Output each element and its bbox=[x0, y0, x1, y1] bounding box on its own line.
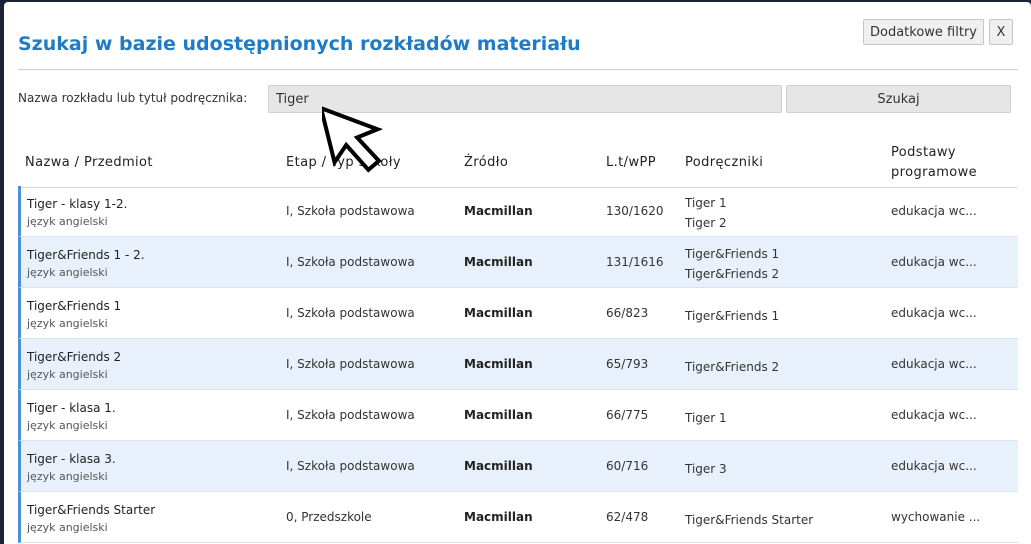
row-lt: 66/823 bbox=[606, 306, 649, 320]
header-pp-line1[interactable]: Podstawy bbox=[891, 143, 956, 163]
row-books: Tiger&Friends 1 bbox=[685, 306, 779, 326]
header-lt[interactable]: L.t/wPP bbox=[606, 153, 656, 173]
row-name[interactable]: Tiger - klasa 1. bbox=[27, 399, 116, 417]
book-title: Tiger&Friends Starter bbox=[685, 513, 814, 527]
row-etap: I, Szkoła podstawowa bbox=[286, 459, 415, 473]
row-etap: 0, Przedszkole bbox=[286, 510, 372, 524]
row-etap: I, Szkoła podstawowa bbox=[286, 204, 415, 218]
row-etap: I, Szkoła podstawowa bbox=[286, 306, 415, 320]
row-name[interactable]: Tiger&Friends 2 bbox=[27, 348, 121, 366]
row-books: Tiger&Friends Starter bbox=[685, 510, 813, 530]
header-pp-line2[interactable]: programowe bbox=[891, 163, 977, 183]
row-source: Macmillan bbox=[464, 306, 533, 320]
row-subject: język angielski bbox=[27, 266, 108, 279]
row-name-cell: Tiger&Friends 2 język angielski bbox=[27, 348, 121, 384]
table-row[interactable]: Tiger&Friends 2 język angielski I, Szkoł… bbox=[18, 339, 1018, 390]
book-title: Tiger&Friends 1 bbox=[685, 309, 780, 323]
row-name-cell: Tiger - klasy 1-2. język angielski bbox=[27, 195, 127, 231]
row-pp: edukacja wc... bbox=[891, 459, 977, 473]
book-title: Tiger 3 bbox=[685, 462, 727, 476]
row-source: Macmillan bbox=[464, 357, 533, 371]
row-name-cell: Tiger&Friends 1 - 2. język angielski bbox=[27, 246, 145, 282]
row-lt: 131/1616 bbox=[606, 255, 664, 269]
row-subject: język angielski bbox=[27, 368, 108, 381]
table-row[interactable]: Tiger&Friends 1 język angielski I, Szkoł… bbox=[18, 288, 1018, 339]
row-name-cell: Tiger&Friends 1 język angielski bbox=[27, 297, 121, 333]
row-lt: 60/716 bbox=[606, 459, 649, 473]
table-row[interactable]: Tiger&Friends 1 - 2. język angielski I, … bbox=[18, 237, 1018, 288]
row-subject: język angielski bbox=[27, 521, 108, 534]
row-etap: I, Szkoła podstawowa bbox=[286, 408, 415, 422]
search-label: Nazwa rozkładu lub tytuł podręcznika: bbox=[18, 91, 248, 105]
row-name[interactable]: Tiger - klasa 3. bbox=[27, 450, 116, 468]
row-subject: język angielski bbox=[27, 317, 108, 330]
row-books: Tiger&Friends 2 bbox=[685, 357, 779, 377]
row-pp: edukacja wc... bbox=[891, 204, 977, 218]
row-books: Tiger 1 bbox=[685, 408, 727, 428]
row-subject: język angielski bbox=[27, 215, 108, 228]
dialog-title: Szukaj w bazie udostępnionych rozkładów … bbox=[18, 33, 581, 55]
table-header: Nazwa / Przedmiot Etap / Typ szkoły Źród… bbox=[18, 132, 1018, 188]
row-source: Macmillan bbox=[464, 255, 533, 269]
row-lt: 130/1620 bbox=[606, 204, 664, 218]
row-etap: I, Szkoła podstawowa bbox=[286, 255, 415, 269]
header-source[interactable]: Źródło bbox=[464, 153, 508, 173]
table-row[interactable]: Tiger - klasa 1. język angielski I, Szko… bbox=[18, 390, 1018, 441]
book-title: Tiger&Friends 2 bbox=[685, 360, 780, 374]
row-pp: edukacja wc... bbox=[891, 357, 977, 371]
table-row[interactable]: Tiger&Friends Starter język angielski 0,… bbox=[18, 492, 1018, 543]
row-lt: 65/793 bbox=[606, 357, 649, 371]
row-source: Macmillan bbox=[464, 408, 533, 422]
row-name-cell: Tiger - klasa 1. język angielski bbox=[27, 399, 116, 435]
mouse-cursor-icon bbox=[322, 104, 383, 173]
row-books: Tiger 1 Tiger 2 bbox=[685, 193, 727, 233]
row-pp: wychowanie ... bbox=[891, 510, 981, 524]
additional-filters-button[interactable]: Dodatkowe filtry bbox=[863, 19, 984, 45]
search-button[interactable]: Szukaj bbox=[786, 85, 1011, 113]
book-title: Tiger&Friends 2 bbox=[685, 267, 780, 281]
row-name[interactable]: Tiger&Friends 1 - 2. bbox=[27, 246, 145, 264]
table-row[interactable]: Tiger - klasa 3. język angielski I, Szko… bbox=[18, 441, 1018, 492]
row-pp: edukacja wc... bbox=[891, 255, 977, 269]
row-source: Macmillan bbox=[464, 510, 533, 524]
book-title: Tiger&Friends 1 bbox=[685, 247, 780, 261]
close-button[interactable]: X bbox=[989, 19, 1013, 45]
row-source: Macmillan bbox=[464, 459, 533, 473]
row-name-cell: Tiger - klasa 3. język angielski bbox=[27, 450, 116, 486]
header-books[interactable]: Podręczniki bbox=[685, 153, 763, 173]
row-etap: I, Szkoła podstawowa bbox=[286, 357, 415, 371]
row-name-cell: Tiger&Friends Starter język angielski bbox=[27, 501, 155, 537]
row-subject: język angielski bbox=[27, 419, 108, 432]
book-title: Tiger 2 bbox=[685, 216, 727, 230]
row-lt: 66/775 bbox=[606, 408, 649, 422]
row-books: Tiger&Friends 1 Tiger&Friends 2 bbox=[685, 244, 779, 284]
book-title: Tiger 1 bbox=[685, 196, 727, 210]
row-pp: edukacja wc... bbox=[891, 306, 977, 320]
table-row[interactable]: Tiger - klasy 1-2. język angielski I, Sz… bbox=[18, 186, 1018, 237]
row-source: Macmillan bbox=[464, 204, 533, 218]
row-name[interactable]: Tiger - klasy 1-2. bbox=[27, 195, 127, 213]
row-subject: język angielski bbox=[27, 470, 108, 483]
row-name[interactable]: Tiger&Friends Starter bbox=[27, 501, 155, 519]
search-dialog: Szukaj w bazie udostępnionych rozkładów … bbox=[4, 2, 1031, 544]
header-name[interactable]: Nazwa / Przedmiot bbox=[25, 153, 153, 173]
row-lt: 62/478 bbox=[606, 510, 649, 524]
row-pp: edukacja wc... bbox=[891, 408, 977, 422]
row-name[interactable]: Tiger&Friends 1 bbox=[27, 297, 121, 315]
book-title: Tiger 1 bbox=[685, 411, 727, 425]
row-books: Tiger 3 bbox=[685, 459, 727, 479]
divider bbox=[18, 69, 1018, 70]
